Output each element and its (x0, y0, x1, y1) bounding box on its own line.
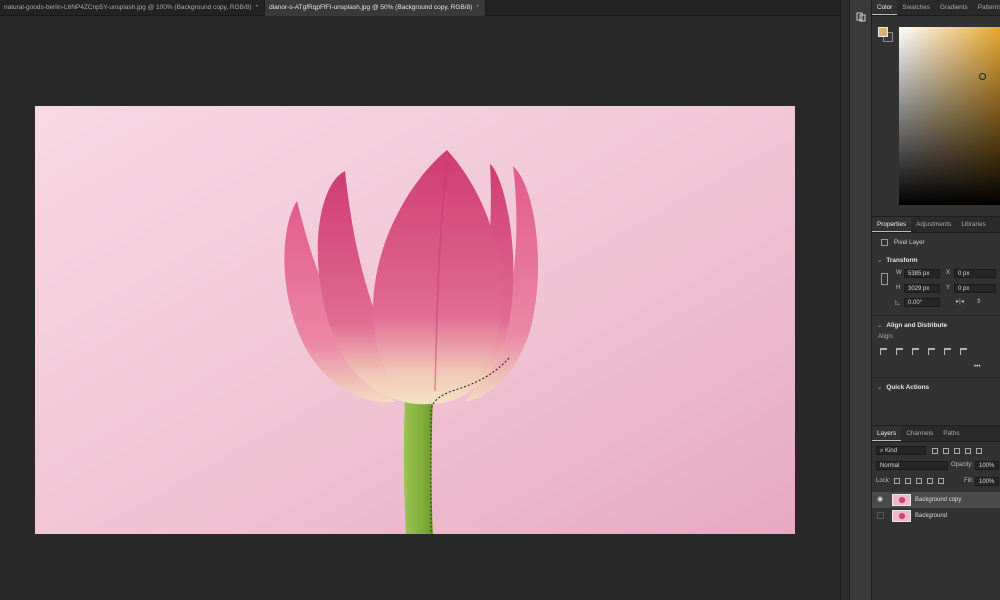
color-panel: Color Swatches Gradients Patterns (872, 0, 1000, 213)
color-panel-tabs: Color Swatches Gradients Patterns (872, 0, 1000, 16)
y-label: Y (946, 285, 951, 291)
layer-type-label: Pixel Layer (894, 239, 925, 246)
tab-libraries[interactable]: Libraries (956, 217, 991, 232)
flip-horizontal-icon[interactable]: ▸|◂ (956, 298, 964, 305)
lock-artboard-icon[interactable] (927, 478, 933, 484)
unsaved-marker: * (255, 4, 259, 11)
layers-panel-tabs: Layers Channels Paths (872, 426, 1000, 442)
lock-all-icon[interactable] (938, 478, 944, 484)
color-picker-field[interactable] (899, 27, 1000, 205)
x-field[interactable]: 0 px (954, 269, 996, 278)
align-center-v-icon[interactable] (944, 348, 951, 355)
fill-label: Fill: (964, 478, 974, 484)
align-bottom-icon[interactable] (960, 348, 967, 355)
fill-field[interactable]: 100% (975, 477, 999, 486)
history-icon[interactable] (856, 12, 866, 22)
tulip-image (35, 106, 795, 534)
lock-icons (894, 478, 949, 484)
height-field[interactable]: 3029 px (904, 284, 940, 293)
lock-label: Lock: (876, 478, 891, 484)
unsaved-marker: * (476, 4, 479, 11)
layer-filter-icons (932, 448, 987, 454)
properties-panel: Properties Adjustments Libraries Pixel L… (872, 216, 1000, 421)
filter-adjustment-icon[interactable] (943, 448, 949, 454)
layer-filter-select[interactable]: ⌕ Kind (876, 446, 926, 455)
layer-thumbnail (892, 494, 911, 506)
width-field[interactable]: 5385 px (904, 269, 940, 278)
filter-type-icon[interactable] (954, 448, 960, 454)
tab-label: dianor-s-ATgfRqpFfFI-unsplash.jpg @ 50% … (269, 4, 473, 11)
right-panels: Color Swatches Gradients Patterns Proper… (872, 0, 1000, 600)
section-divider (872, 315, 1000, 316)
angle-icon: ◺ (895, 299, 900, 306)
filter-smart-object-icon[interactable] (976, 448, 982, 454)
align-center-h-icon[interactable] (896, 348, 903, 355)
align-right-icon[interactable] (912, 348, 919, 355)
width-label: W (896, 270, 902, 276)
stem (403, 398, 433, 534)
foreground-color-swatch[interactable] (878, 27, 888, 37)
tab-dianor[interactable]: dianor-s-ATgfRqpFfFI-unsplash.jpg @ 50% … (265, 0, 486, 16)
tab-channels[interactable]: Channels (901, 426, 938, 441)
document-canvas[interactable] (35, 106, 795, 534)
vertical-scrollbar[interactable] (840, 0, 850, 600)
lock-transparent-icon[interactable] (894, 478, 900, 484)
link-icon[interactable] (881, 273, 888, 285)
tab-patterns[interactable]: Patterns (973, 0, 1000, 15)
pixel-layer-icon (881, 239, 888, 246)
align-top-icon[interactable] (928, 348, 935, 355)
eye-icon[interactable]: ◉ (877, 496, 885, 504)
tab-label: natural-goods-berlin-L6NP4ZCnp5Y-unsplas… (4, 4, 252, 11)
tab-layers[interactable]: Layers (872, 426, 902, 441)
tab-swatches[interactable]: Swatches (897, 0, 935, 15)
align-section-title[interactable]: Align and Distribute (877, 321, 947, 329)
layers-panel: Layers Channels Paths ⌕ Kind Normal Opac… (872, 425, 1000, 600)
layer-thumbnail (892, 510, 911, 522)
tab-properties[interactable]: Properties (872, 217, 912, 232)
color-picker-cursor[interactable] (979, 73, 986, 80)
align-left-icon[interactable] (880, 348, 887, 355)
lock-position-icon[interactable] (916, 478, 922, 484)
x-label: X (946, 270, 951, 276)
opacity-field[interactable]: 100% (975, 461, 999, 470)
section-divider (872, 377, 1000, 378)
layer-filter-value: Kind (885, 448, 898, 454)
tab-gradients[interactable]: Gradients (935, 0, 973, 15)
canvas-workspace[interactable] (0, 16, 840, 600)
height-label: H (896, 285, 901, 291)
align-label: Align: (878, 333, 894, 340)
layer-name: Background (915, 513, 948, 519)
tab-adjustments[interactable]: Adjustments (911, 217, 956, 232)
angle-field[interactable]: 0.00° (904, 298, 940, 307)
lock-image-icon[interactable] (905, 478, 911, 484)
transform-section-title[interactable]: Transform (877, 256, 917, 264)
document-tab-bar: natural-goods-berlin-L6NP4ZCnp5Y-unsplas… (0, 0, 840, 16)
blend-mode-select[interactable]: Normal (876, 461, 948, 470)
properties-panel-tabs: Properties Adjustments Libraries (872, 217, 1000, 233)
opacity-label: Opacity: (951, 462, 974, 468)
tab-natural-goods[interactable]: natural-goods-berlin-L6NP4ZCnp5Y-unsplas… (0, 0, 266, 16)
layer-name: Background copy (915, 497, 962, 503)
layer-background-copy[interactable]: ◉ Background copy (872, 492, 1000, 508)
layer-background[interactable]: Background (872, 508, 1000, 524)
tab-paths[interactable]: Paths (938, 426, 964, 441)
flip-vertical-icon[interactable]: ⇕ (976, 298, 981, 305)
tab-color[interactable]: Color (872, 0, 898, 15)
filter-shape-icon[interactable] (965, 448, 971, 454)
visibility-toggle-off[interactable] (877, 512, 884, 519)
panel-icon-strip (850, 0, 872, 600)
y-field[interactable]: 0 px (954, 284, 996, 293)
align-buttons (880, 348, 976, 355)
quick-actions-section-title[interactable]: Quick Actions (877, 383, 929, 391)
more-options-icon[interactable]: ••• (974, 363, 981, 370)
filter-pixel-icon[interactable] (932, 448, 938, 454)
